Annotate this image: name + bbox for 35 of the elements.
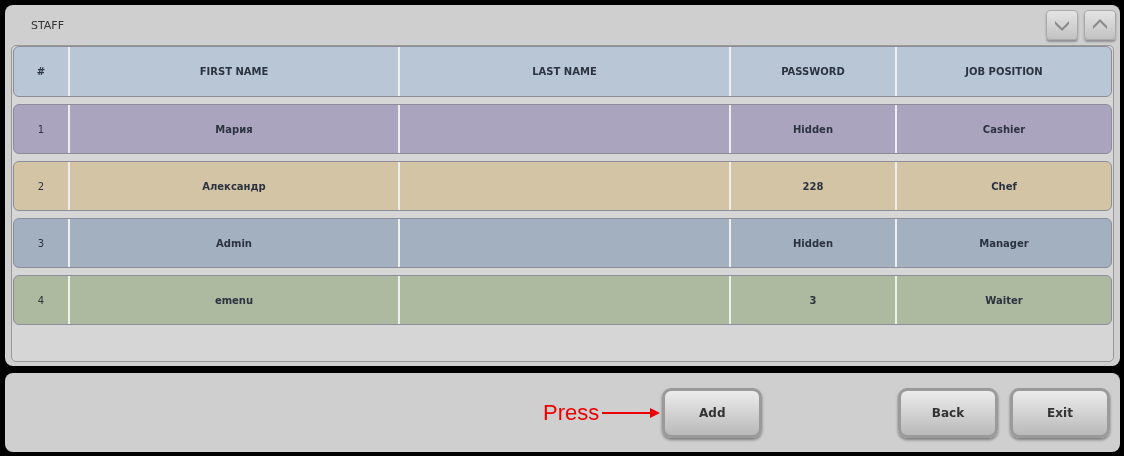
table-cell: Admin <box>68 219 398 267</box>
back-button[interactable]: Back <box>898 387 998 438</box>
annotation-text: Press <box>543 399 600 426</box>
table-row[interactable]: 4 emenu 3 Waiter <box>13 275 1112 325</box>
table-cell: Hidden <box>729 105 895 153</box>
table-cell-text: 3 <box>36 236 46 251</box>
column-header: LAST NAME <box>398 47 729 96</box>
table-cell-text: 1 <box>36 122 46 137</box>
panel-title: STAFF <box>31 18 65 32</box>
exit-button[interactable]: Exit <box>1010 387 1110 438</box>
table-row[interactable]: 2 Александр 228 Chef <box>13 161 1112 211</box>
scroll-down-button[interactable] <box>1046 10 1078 40</box>
table-cell: 3 <box>729 276 895 324</box>
table-cell: Hidden <box>729 219 895 267</box>
column-header: FIRST NAME <box>68 47 398 96</box>
column-header: JOB POSITION <box>895 47 1111 96</box>
table-row[interactable]: 1 Мария Hidden Cashier <box>13 104 1112 154</box>
table-cell: Cashier <box>895 105 1111 153</box>
table-cell-text: 2 <box>36 179 46 194</box>
table-cell: Александр <box>68 162 398 210</box>
scroll-up-button[interactable] <box>1084 10 1116 40</box>
chevron-up-icon <box>1092 19 1108 31</box>
table-cell-text: 4 <box>36 293 46 308</box>
arrow-icon <box>602 407 661 418</box>
table-cell: 228 <box>729 162 895 210</box>
table-cell: Waiter <box>895 276 1111 324</box>
column-header: PASSWORD <box>729 47 895 96</box>
table-cell: Мария <box>68 105 398 153</box>
add-button[interactable]: Add <box>662 387 763 438</box>
table-row[interactable]: 3 Admin Hidden Manager <box>13 218 1112 268</box>
chevron-down-icon <box>1054 19 1070 31</box>
table-cell: Manager <box>895 219 1111 267</box>
table-cell: Chef <box>895 162 1111 210</box>
column-header: # <box>35 65 47 79</box>
table-cell: emenu <box>68 276 398 324</box>
